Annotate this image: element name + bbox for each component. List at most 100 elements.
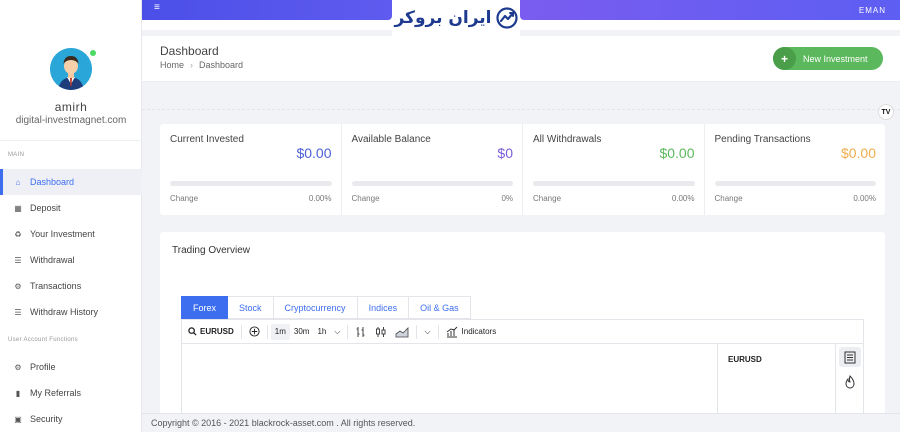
sidebar-item-label: My Referrals <box>30 388 82 398</box>
sidebar-item-label: Your Investment <box>30 229 95 239</box>
market-tabs: Forex Stock Cryptocurrency Indices Oil &… <box>181 296 471 319</box>
sidebar-divider <box>0 140 142 141</box>
ticker-line <box>142 109 900 110</box>
candles-style-button[interactable] <box>371 320 391 344</box>
footer: Copyright © 2016 - 2021 blackrock-asset.… <box>142 413 900 432</box>
page-header: Dashboard Home › Dashboard + New Investm… <box>142 36 900 82</box>
topbar: ≡ EMAN ایران بروکر <box>142 0 900 36</box>
chevron-right-icon: › <box>190 60 194 70</box>
user-site: digital-investmagnet.com <box>15 115 127 126</box>
recycle-icon: ♻ <box>14 229 22 239</box>
logo: ایران بروکر <box>392 0 520 36</box>
avatar-image <box>50 48 92 90</box>
toolbar-divider <box>437 324 439 339</box>
sidebar-item-withdrawal[interactable]: ☰ Withdrawal <box>0 247 142 273</box>
cog-icon: ⚙ <box>14 281 22 291</box>
stat-change-value: 0.00% <box>853 194 876 203</box>
home-icon: ⌂ <box>15 177 21 187</box>
lock-icon: ▣ <box>14 414 22 424</box>
history-icon: ☰ <box>14 307 22 317</box>
breadcrumb: Home › Dashboard <box>160 60 243 70</box>
bars-style-button[interactable] <box>351 320 371 344</box>
avatar[interactable] <box>50 48 96 90</box>
menu-toggle-icon[interactable]: ≡ <box>154 3 160 13</box>
stat-available-balance: Available Balance $0 Change 0% <box>342 124 523 215</box>
stat-progress-bar <box>351 181 513 186</box>
tab-oil-gas[interactable]: Oil & Gas <box>409 296 471 319</box>
indicators-button[interactable]: Indicators <box>442 320 501 344</box>
tab-cryptocurrency[interactable]: Cryptocurrency <box>273 296 358 319</box>
topbar-user[interactable]: EMAN <box>859 6 886 15</box>
interval-dropdown[interactable]: ⌵ <box>330 320 344 344</box>
interval-30m[interactable]: 30m <box>290 320 314 344</box>
section-label-account: User Account Functions <box>8 337 78 343</box>
sidebar-item-dashboard[interactable]: ⌂ Dashboard <box>0 169 142 195</box>
stat-change-value: 0% <box>501 194 513 203</box>
sidebar-item-deposit[interactable]: ▦ Deposit <box>0 195 142 221</box>
sidebar-item-my-referrals[interactable]: ▮ My Referrals <box>0 380 142 406</box>
sidebar-item-your-investment[interactable]: ♻ Your Investment <box>0 221 142 247</box>
new-investment-button[interactable]: + New Investment <box>773 47 883 70</box>
topbar-left-bar: ≡ <box>142 0 392 20</box>
footer-copyright: Copyright © 2016 - 2021 blackrock-asset.… <box>151 418 416 428</box>
toolbar-divider <box>416 324 418 339</box>
stat-label: All Withdrawals <box>533 134 602 145</box>
sidebar-item-withdraw-history[interactable]: ☰ Withdraw History <box>0 299 142 325</box>
stat-label: Pending Transactions <box>714 134 811 145</box>
new-investment-label: New Investment <box>803 53 868 64</box>
watchlist-button[interactable] <box>839 347 861 367</box>
toolbar-divider <box>240 324 242 339</box>
sidebar-item-security[interactable]: ▣ Security <box>0 406 142 432</box>
interval-1h[interactable]: 1h <box>313 320 330 344</box>
stat-change-label: Change <box>714 194 743 203</box>
tab-forex[interactable]: Forex <box>181 296 229 319</box>
tab-indices[interactable]: Indices <box>357 296 410 319</box>
breadcrumb-current: Dashboard <box>199 60 244 70</box>
stat-progress-bar <box>533 181 695 186</box>
ticker-tape: TV <box>142 102 900 120</box>
chevron-down-icon: ⌵ <box>424 326 431 336</box>
indicators-icon <box>446 326 457 337</box>
stat-progress-bar <box>170 181 332 186</box>
compare-button[interactable] <box>245 320 264 344</box>
candles-icon <box>376 326 386 337</box>
user-cog-icon: ⚙ <box>14 362 22 372</box>
sidebar: amirh digital-investmagnet.com MAIN ⌂ Da… <box>0 0 142 432</box>
stat-change-label: Change <box>170 194 199 203</box>
stat-value: $0.00 <box>296 145 332 161</box>
search-icon <box>188 327 197 336</box>
watchlist-symbol[interactable]: EURUSD <box>728 355 762 364</box>
hotlists-button[interactable] <box>839 372 861 392</box>
interval-1m[interactable]: 1m <box>270 323 290 340</box>
list-icon: ☰ <box>14 255 22 265</box>
sidebar-item-label: Transactions <box>30 281 82 291</box>
symbol-label: EURUSD <box>200 327 234 336</box>
add-circle-icon <box>249 326 260 337</box>
sidebar-item-label: Security <box>30 414 63 424</box>
watchlist-icon <box>844 351 856 363</box>
stat-value: $0 <box>497 145 513 161</box>
tradingview-badge[interactable]: TV <box>878 104 894 120</box>
stat-all-withdrawals: All Withdrawals $0.00 Change 0.00% <box>523 124 705 215</box>
tab-stock[interactable]: Stock <box>228 296 274 319</box>
chart-toolbar: EURUSD 1m 30m 1h ⌵ ⌵ Indicators <box>182 320 863 344</box>
symbol-search[interactable]: EURUSD <box>182 320 238 344</box>
toolbar-divider <box>266 324 268 339</box>
flame-icon <box>845 375 855 389</box>
logo-chart-icon <box>495 7 518 29</box>
plus-icon: + <box>773 47 796 70</box>
stat-change-value: 0.00% <box>671 194 695 203</box>
stat-current-invested: Current Invested $0.00 Change 0.00% <box>160 124 342 215</box>
area-style-button[interactable] <box>391 320 413 344</box>
breadcrumb-home[interactable]: Home <box>160 60 184 70</box>
stat-label: Available Balance <box>351 134 431 145</box>
section-label-main: MAIN <box>8 152 25 158</box>
sidebar-item-profile[interactable]: ⚙ Profile <box>0 354 142 380</box>
chart-type-dropdown[interactable]: ⌵ <box>420 320 434 344</box>
sidebar-item-transactions[interactable]: ⚙ Transactions <box>0 273 142 299</box>
sidebar-item-label: Withdraw History <box>30 307 99 317</box>
thumbs-up-icon: ▮ <box>15 388 21 398</box>
grid-icon: ▦ <box>14 203 22 213</box>
sidebar-item-label: Profile <box>30 362 56 372</box>
sidebar-item-label: Withdrawal <box>30 255 75 265</box>
